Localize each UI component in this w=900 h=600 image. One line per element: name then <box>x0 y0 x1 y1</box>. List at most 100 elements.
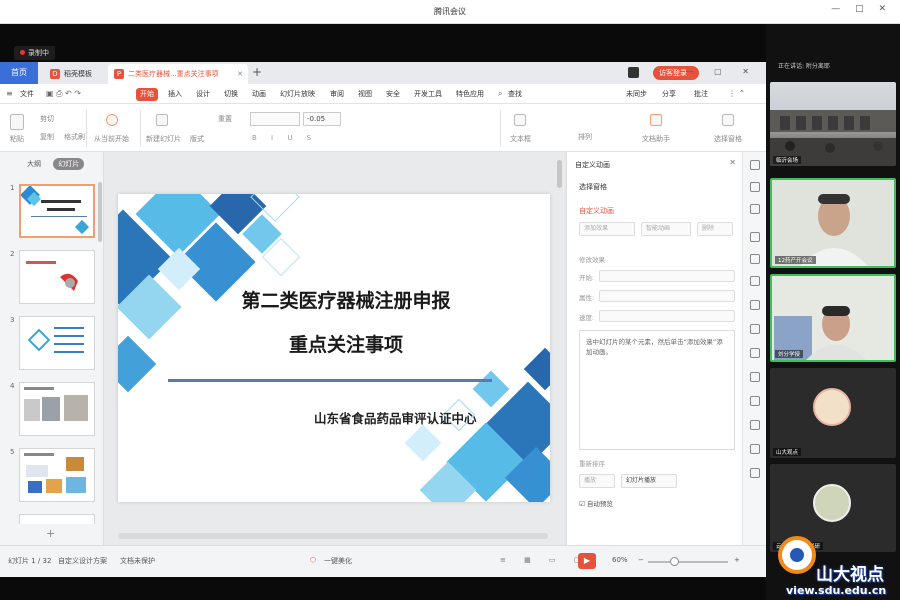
recording-badge[interactable]: 录制中 <box>14 46 55 60</box>
properties-icon[interactable] <box>750 160 760 170</box>
slide-title-line2[interactable]: 重点关注事项 <box>118 330 550 357</box>
menu-special[interactable]: 特色应用 <box>452 88 488 101</box>
new-slide-label[interactable]: 新建幻灯片 <box>146 134 181 144</box>
video-tile-4[interactable]: 山大观点 <box>770 368 896 458</box>
menu-start[interactable]: 开始 <box>136 88 158 101</box>
slide-organization[interactable]: 山东省食品药品审评认证中心 <box>314 408 477 427</box>
doc-protect[interactable]: 文档未保护 <box>120 556 155 566</box>
menu-review[interactable]: 审阅 <box>326 88 348 101</box>
font-size-select[interactable]: -0.05 <box>303 112 341 126</box>
menu-animation[interactable]: 动画 <box>248 88 270 101</box>
design-icon[interactable] <box>750 232 760 242</box>
current-slide[interactable]: 第二类医疗器械注册申报 重点关注事项 山东省食品药品审评认证中心 <box>118 194 550 502</box>
format-icon[interactable] <box>750 300 760 310</box>
zoom-level[interactable]: 60% <box>612 556 628 564</box>
video-tile-1[interactable]: 临沂会场 <box>770 82 896 166</box>
canvas-horizontal-scrollbar[interactable] <box>118 533 548 539</box>
window-controls[interactable]: — □ ✕ <box>831 4 892 14</box>
menu-file[interactable]: 文件 <box>16 88 38 101</box>
zoom-in-icon[interactable]: + <box>734 556 740 564</box>
menu-search[interactable]: 查找 <box>504 88 526 101</box>
play-button[interactable]: 播放 <box>579 474 615 488</box>
reset-label[interactable]: 重置 <box>218 114 232 124</box>
doc-assistant-label[interactable]: 文档助手 <box>642 134 670 144</box>
textbox-icon[interactable] <box>514 114 526 126</box>
menu-design[interactable]: 设计 <box>192 88 214 101</box>
doc-assistant-icon[interactable] <box>650 114 662 126</box>
window-layout-icon[interactable] <box>628 67 639 78</box>
slide-thumbnail-3[interactable] <box>19 316 95 370</box>
search-icon[interactable]: ⌕ <box>498 89 502 99</box>
textbox-label[interactable]: 文本框 <box>510 134 531 144</box>
add-tab-icon[interactable]: + <box>252 65 262 79</box>
select-pane-link[interactable]: 选择窗格 <box>579 182 607 192</box>
tab-document[interactable]: P 二类医疗器械...重点关注事项 ✕ <box>108 64 248 84</box>
settings-icon[interactable] <box>750 444 760 454</box>
remove-effect-button[interactable]: 删除 <box>697 222 733 236</box>
slideshow-button[interactable]: 幻灯片播放 <box>621 474 677 488</box>
layout-label[interactable]: 版式 <box>190 134 204 144</box>
tab-template[interactable]: D 稻壳模板 <box>44 64 106 84</box>
text-format-icons[interactable]: B I U S <box>252 134 317 142</box>
wps-window-controls[interactable]: — ▢ ✕ <box>686 67 758 76</box>
menu-security[interactable]: 安全 <box>382 88 404 101</box>
new-slide-icon[interactable] <box>156 114 168 126</box>
zoom-slider-thumb[interactable] <box>670 557 679 566</box>
export-icon[interactable] <box>750 348 760 358</box>
paste-label[interactable]: 粘贴 <box>10 134 24 144</box>
select-pane-icon[interactable] <box>722 114 734 126</box>
theme-name[interactable]: 自定义设计方案 <box>58 556 107 566</box>
font-name-select[interactable] <box>250 112 300 126</box>
cut-label[interactable]: 剪切 <box>40 114 54 124</box>
property-select[interactable] <box>599 290 735 302</box>
menu-view[interactable]: 视图 <box>354 88 376 101</box>
add-slide-icon[interactable]: + <box>46 527 55 540</box>
slide-thumbnail-2[interactable] <box>19 250 95 304</box>
close-pane-icon[interactable]: ✕ <box>729 158 736 167</box>
slide-thumbnail-6[interactable] <box>19 514 95 524</box>
chart-icon[interactable] <box>750 276 760 286</box>
video-tile-2[interactable]: 12药产开会议 <box>770 178 896 268</box>
arrange-label[interactable]: 排列 <box>578 132 592 142</box>
pane-header[interactable]: 自定义动画 <box>575 160 610 170</box>
menu-hamburger-icon[interactable]: ≡ <box>6 89 13 98</box>
speed-select[interactable] <box>599 310 735 322</box>
smart-animation-button[interactable]: 智能动画 <box>641 222 691 236</box>
autopreview-checkbox[interactable]: ☑ 自动预览 <box>579 498 613 508</box>
menu-insert[interactable]: 插入 <box>164 88 186 101</box>
thumb-scrollbar[interactable] <box>98 182 102 242</box>
paste-icon[interactable] <box>10 114 24 130</box>
add-effect-button[interactable]: 添加效果 <box>579 222 635 236</box>
slide-thumbnail-4[interactable] <box>19 382 95 436</box>
start-select[interactable] <box>599 270 735 282</box>
more-menu-icon[interactable]: ⋮ ⌃ <box>728 89 745 98</box>
canvas-vertical-scrollbar[interactable] <box>557 160 562 188</box>
video-tile-3[interactable]: 刘分学授 <box>770 274 896 362</box>
feedback-icon[interactable] <box>750 468 760 478</box>
slide-title-line1[interactable]: 第二类医疗器械注册申报 <box>118 286 550 313</box>
play-from-current-icon[interactable] <box>106 114 118 126</box>
table-icon[interactable] <box>750 324 760 334</box>
menu-transition[interactable]: 切换 <box>220 88 242 101</box>
one-click-beautify[interactable]: 一键美化 <box>324 556 352 566</box>
format-painter-label[interactable]: 格式刷 <box>64 132 85 142</box>
close-tab-icon[interactable]: ✕ <box>237 64 243 84</box>
copy-format-icon[interactable] <box>750 182 760 192</box>
tab-outline[interactable]: 大纲 <box>22 158 46 170</box>
menu-devtools[interactable]: 开发工具 <box>410 88 446 101</box>
tab-home[interactable]: 首页 <box>0 62 38 84</box>
backup-icon[interactable] <box>750 396 760 406</box>
menu-slideshow[interactable]: 幻灯片放映 <box>276 88 319 101</box>
grid-icon[interactable] <box>750 254 760 264</box>
zoom-slider-track[interactable] <box>648 561 728 563</box>
select-pane-label[interactable]: 选择窗格 <box>714 134 742 144</box>
from-current-label[interactable]: 从当前开始 <box>94 134 129 144</box>
comment-button[interactable]: 批注 <box>690 88 712 101</box>
zoom-out-icon[interactable]: − <box>638 556 644 564</box>
slide-thumbnail-1[interactable] <box>19 184 95 238</box>
copy-label[interactable]: 复制 <box>40 132 54 142</box>
slide-thumbnail-5[interactable] <box>19 448 95 502</box>
help-icon[interactable] <box>750 420 760 430</box>
sync-status[interactable]: 未同步 <box>622 88 651 101</box>
share-button[interactable]: 分享 <box>658 88 680 101</box>
